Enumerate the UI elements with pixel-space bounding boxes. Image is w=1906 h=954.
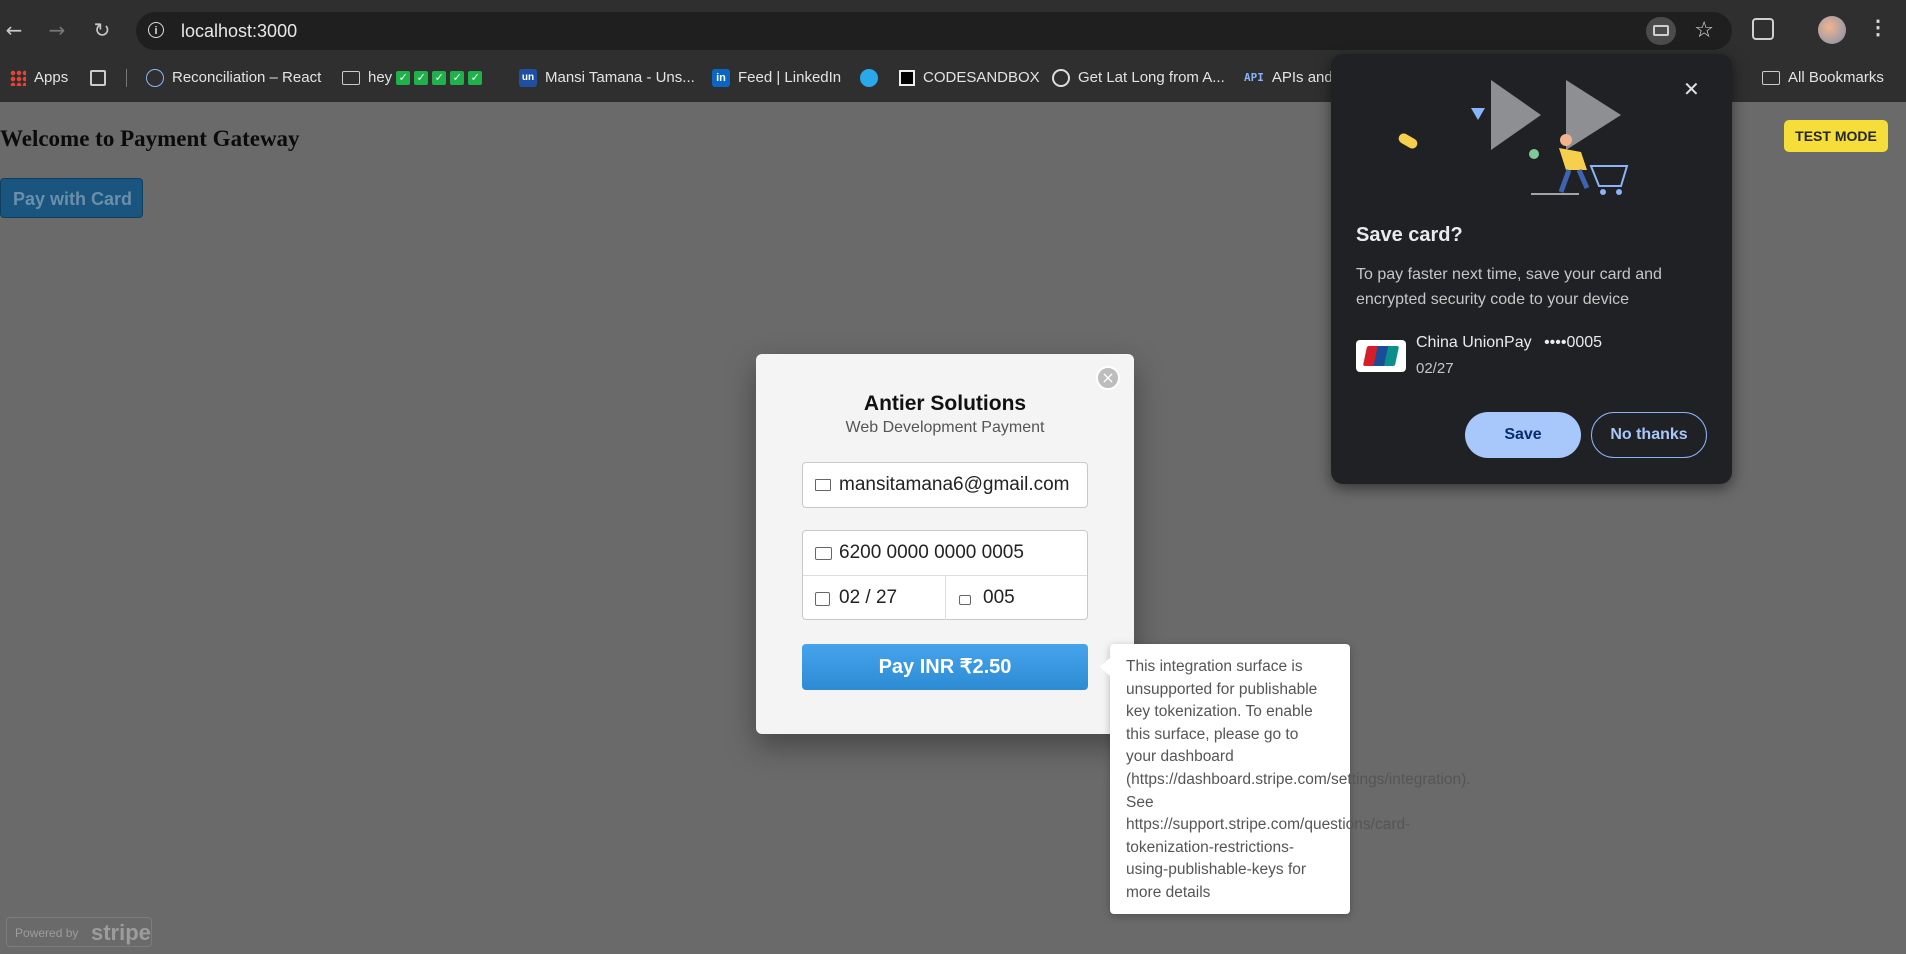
bookmark-telegram[interactable]: [860, 64, 886, 92]
check-icon: ✓: [468, 71, 483, 86]
profile-avatar[interactable]: [1818, 16, 1846, 44]
unstop-icon: un: [519, 69, 537, 88]
card-masked-number: ••••0005: [1544, 334, 1603, 351]
mail-icon: [815, 479, 831, 491]
powered-by-stripe[interactable]: Powered by stripe: [6, 917, 152, 947]
calendar-icon: [815, 592, 830, 606]
no-thanks-button[interactable]: No thanks: [1591, 412, 1707, 458]
close-icon[interactable]: ×: [1096, 366, 1120, 390]
cvc-input[interactable]: 005: [983, 576, 1015, 620]
save-button[interactable]: Save: [1465, 412, 1581, 458]
save-card-dialog: ✕ Save card? To pay faster next time, sa…: [1331, 54, 1732, 484]
extensions-icon[interactable]: [1752, 18, 1774, 40]
error-tooltip: This integration surface is unsupported …: [1100, 644, 1471, 914]
check-icon: ✓: [432, 71, 447, 86]
test-mode-badge: TEST MODE: [1784, 120, 1888, 152]
check-icon: ✓: [414, 71, 429, 86]
site-info-icon[interactable]: i: [148, 22, 164, 38]
save-card-title: Save card?: [1356, 224, 1463, 246]
card-expiry: 02/27: [1416, 360, 1454, 377]
bookmark-folder-hey[interactable]: hey ✓ ✓ ✓ ✓ ✓: [342, 64, 483, 92]
bookmark-star-icon[interactable]: ☆: [1694, 17, 1714, 45]
unionpay-logo-icon: [1356, 340, 1406, 372]
forward-icon[interactable]: →: [43, 16, 71, 44]
pay-with-card-button[interactable]: Pay with Card: [0, 178, 143, 218]
checkout-modal: × Antier Solutions Web Development Payme…: [756, 354, 1134, 734]
save-card-description: To pay faster next time, save your card …: [1356, 266, 1662, 308]
bookmark-unstop[interactable]: un Mansi Tamana - Uns...: [519, 64, 695, 92]
expiry-input[interactable]: 02 / 27: [839, 576, 897, 620]
folder-icon: [342, 71, 360, 86]
telegram-icon: [860, 69, 878, 88]
payment-description: Web Development Payment: [845, 419, 1045, 436]
apps-icon: [10, 70, 26, 87]
grid-icon: [90, 70, 106, 87]
linkedin-icon: in: [712, 69, 730, 88]
card-fields: 6200 0000 0000 0005 02 / 27 005: [802, 530, 1088, 620]
check-icon: ✓: [450, 71, 465, 86]
bookmark-latlong[interactable]: Get Lat Long from A...: [1052, 64, 1225, 92]
browser-toolbar: ← → ↻ i localhost:3000 ☆ ⋮: [0, 0, 1906, 62]
all-bookmarks[interactable]: All Bookmarks: [1762, 64, 1884, 92]
saved-card-icon[interactable]: [1646, 17, 1676, 45]
bookmark-grid[interactable]: [90, 64, 114, 92]
page-title: Welcome to Payment Gateway: [0, 126, 300, 151]
folder-icon: [1762, 71, 1780, 86]
bookmark-apps[interactable]: Apps: [10, 64, 68, 92]
close-icon[interactable]: ✕: [1683, 78, 1700, 100]
merchant-name: Antier Solutions: [863, 392, 1027, 415]
bookmark-separator: [126, 69, 127, 87]
card-icon: [815, 547, 832, 560]
card-number-input[interactable]: 6200 0000 0000 0005: [839, 531, 1024, 575]
reload-icon[interactable]: ↻: [88, 16, 116, 44]
stripe-logo: stripe: [91, 920, 151, 945]
error-message: This integration surface is unsupported …: [1126, 658, 1471, 901]
api-icon: API: [1244, 71, 1264, 85]
email-field[interactable]: mansitamana6@gmail.com: [802, 462, 1088, 508]
address-bar[interactable]: i localhost:3000 ☆: [136, 12, 1732, 50]
geo-icon: [1052, 69, 1070, 88]
codesandbox-icon: [899, 70, 915, 87]
save-card-illustration: [1398, 80, 1629, 195]
react-icon: [146, 69, 164, 88]
email-value: mansitamana6@gmail.com: [839, 474, 1070, 495]
card-brand: China UnionPay: [1416, 334, 1532, 351]
pay-button[interactable]: Pay INR ₹2.50: [802, 644, 1088, 690]
url-text: localhost:3000: [181, 21, 298, 41]
lock-icon: [959, 595, 971, 605]
back-icon[interactable]: ←: [0, 16, 28, 44]
powered-by-label: Powered by: [15, 926, 79, 940]
bookmark-codesandbox[interactable]: CODESANDBOX: [899, 64, 1040, 92]
saved-card-info: China UnionPay ••••0005: [1416, 334, 1602, 352]
field-divider: [945, 576, 946, 620]
menu-icon[interactable]: ⋮: [1868, 14, 1888, 42]
bookmark-linkedin[interactable]: in Feed | LinkedIn: [712, 64, 841, 92]
bookmark-reconciliation[interactable]: Reconciliation – React: [146, 64, 321, 92]
bookmark-apis[interactable]: API APIs and: [1244, 64, 1333, 92]
check-icon: ✓: [396, 71, 411, 86]
